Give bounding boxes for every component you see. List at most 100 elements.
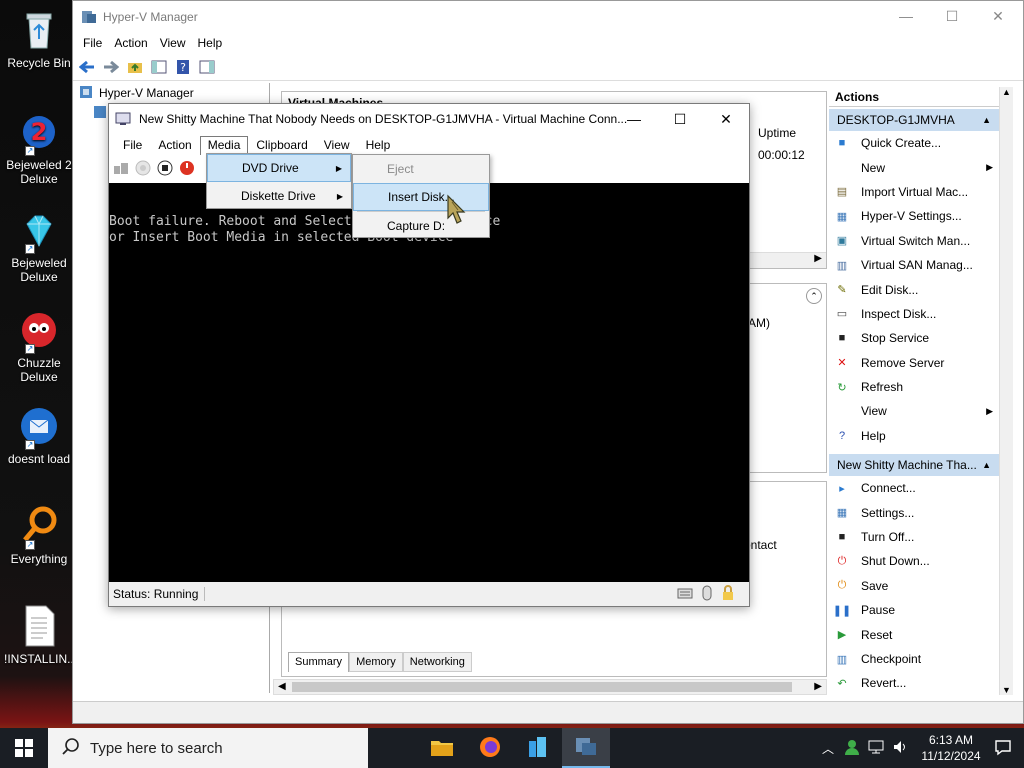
app-taskbar-button[interactable] (514, 728, 562, 768)
desktop-icon-doesnt-load[interactable]: ↗ doesnt load (4, 404, 74, 466)
action-stop-service[interactable]: ■ Stop Service (829, 326, 999, 350)
vm-menu-file[interactable]: File (115, 136, 150, 154)
ctrl-alt-del-icon[interactable] (113, 160, 129, 179)
vm-menu-help[interactable]: Help (358, 136, 399, 154)
collapse-triangle-icon[interactable]: ▲ (982, 454, 991, 476)
action-help[interactable]: ? Help (829, 424, 999, 448)
hyperv-menu-action[interactable]: Action (108, 36, 153, 50)
actions-vertical-scrollbar[interactable]: ▲ ▼ (999, 87, 1013, 695)
center-horizontal-scrollbar[interactable]: ◀ ▶ (273, 679, 827, 695)
hyperv-menu-help[interactable]: Help (192, 36, 229, 50)
back-arrow-icon[interactable] (77, 57, 97, 77)
action-new[interactable]: New ▶ (829, 155, 999, 179)
search-icon (62, 737, 80, 759)
scroll-left-icon[interactable]: ◀ (278, 681, 286, 692)
action-label: Remove Server (861, 355, 945, 370)
network-icon[interactable] (868, 739, 884, 758)
desktop-icon-label: Everything (10, 552, 68, 566)
forward-arrow-icon[interactable] (101, 57, 121, 77)
action-shut-down[interactable]: ⏻ Shut Down... (829, 549, 999, 573)
action-turn-off[interactable]: ■ Turn Off... (829, 525, 999, 549)
submenu-arrow-icon: ▶ (986, 405, 993, 416)
vm-screen[interactable]: Boot failure. Reboot and Select proper B… (109, 183, 749, 583)
vm-menu-clipboard[interactable]: Clipboard (248, 136, 315, 154)
scroll-right-icon[interactable]: ▶ (814, 253, 822, 264)
desktop-icon-bejeweled-2[interactable]: 2 ↗ Bejeweled 2 Deluxe (4, 110, 74, 186)
collapse-triangle-icon[interactable]: ▲ (982, 109, 991, 131)
action-quick-create[interactable]: ■ Quick Create... (829, 131, 999, 155)
action-settings[interactable]: ▦ Settings... (829, 500, 999, 524)
media-menu-dvd-drive[interactable]: DVD Drive ▶ (207, 154, 351, 182)
help-book-icon[interactable]: ? (173, 57, 193, 77)
tray-overflow-chevron-icon[interactable]: ︿ (822, 740, 834, 757)
tab-networking[interactable]: Networking (402, 652, 472, 672)
action-save[interactable]: ⏻ Save (829, 574, 999, 598)
vm-menu-view[interactable]: View (316, 136, 358, 154)
action-remove-server[interactable]: ✕ Remove Server (829, 351, 999, 375)
dvd-menu-eject[interactable]: Eject (353, 155, 489, 183)
show-hide-actions-icon[interactable] (197, 57, 217, 77)
vm-menu-media[interactable]: Media (199, 135, 249, 155)
collapse-chevron-icon[interactable]: ⌃ (806, 288, 822, 304)
hyperv-title-bar[interactable]: Hyper-V Manager (73, 1, 1023, 33)
action-virtual-san-manag[interactable]: ▥ Virtual SAN Manag... (829, 253, 999, 277)
scroll-right-icon[interactable]: ▶ (814, 681, 822, 692)
desktop-icon-recycle-bin[interactable]: Recycle Bin (4, 8, 74, 70)
hyperv-close-button[interactable]: ✕ (975, 1, 1021, 31)
hyperv-taskbar-button[interactable] (562, 728, 610, 768)
action-reset[interactable]: ▶ Reset (829, 622, 999, 646)
bejeweled-2-icon: 2 ↗ (17, 110, 61, 156)
hyperv-maximize-button[interactable]: ☐ (929, 1, 975, 31)
action-inspect-disk[interactable]: ▭ Inspect Disk... (829, 302, 999, 326)
shortcut-arrow-icon: ↗ (25, 344, 35, 354)
uptime-column-header[interactable]: Uptime (758, 126, 796, 140)
show-hide-tree-icon[interactable] (149, 57, 169, 77)
action-label: Virtual Switch Man... (861, 233, 971, 248)
file-explorer-taskbar-button[interactable] (418, 728, 466, 768)
action-import-virtual-mac[interactable]: ▤ Import Virtual Mac... (829, 180, 999, 204)
action-checkpoint[interactable]: ▥ Checkpoint (829, 647, 999, 671)
media-menu-diskette-drive[interactable]: Diskette Drive ▶ (207, 182, 351, 210)
action-view[interactable]: View ▶ (829, 399, 999, 423)
tree-item-hyperv-manager[interactable]: Hyper-V Manager (73, 83, 269, 103)
up-folder-icon[interactable] (125, 57, 145, 77)
desktop-icon-label: Bejeweled Deluxe (11, 256, 67, 284)
action-virtual-switch-man[interactable]: ▣ Virtual Switch Man... (829, 229, 999, 253)
action-revert[interactable]: ↶ Revert... (829, 671, 999, 695)
hyperv-menu-file[interactable]: File (77, 36, 108, 50)
vm-minimize-button[interactable]: — (611, 104, 657, 134)
actions-pane: Actions DESKTOP-G1JMVHA ▲ ■ Quick Create.… (829, 87, 1013, 695)
actions-server-section[interactable]: DESKTOP-G1JMVHA ▲ (829, 109, 999, 131)
hyperv-minimize-button[interactable]: — (883, 1, 929, 31)
action-connect[interactable]: ▸ Connect... (829, 476, 999, 500)
scrollbar-thumb[interactable] (292, 682, 792, 692)
vm-maximize-button[interactable]: ☐ (657, 104, 703, 134)
action-edit-disk[interactable]: ✎ Edit Disk... (829, 277, 999, 301)
volume-icon[interactable] (892, 739, 908, 758)
vm-menu-action[interactable]: Action (150, 136, 199, 154)
shutdown-icon[interactable] (179, 160, 195, 179)
tab-memory[interactable]: Memory (349, 652, 403, 672)
turn-off-icon[interactable] (157, 160, 173, 179)
taskbar-clock[interactable]: 6:13 AM 11/12/2024 (914, 732, 988, 764)
user-tray-icon[interactable] (844, 739, 860, 758)
taskbar-search-box[interactable]: Type here to search (48, 728, 368, 768)
firefox-taskbar-button[interactable] (466, 728, 514, 768)
hyperv-menu-view[interactable]: View (154, 36, 192, 50)
desktop-icon-chuzzle[interactable]: ↗ Chuzzle Deluxe (4, 308, 74, 384)
start-button[interactable] (0, 728, 48, 768)
notification-center-icon[interactable] (994, 738, 1012, 759)
actions-vm-section[interactable]: New Shitty Machine Tha... ▲ (829, 454, 999, 477)
desktop-icon-label: Bejeweled 2 Deluxe (6, 158, 72, 186)
scroll-up-icon[interactable]: ▲ (1002, 87, 1011, 97)
tab-summary[interactable]: Summary (288, 652, 350, 672)
start-vm-icon[interactable] (135, 160, 151, 179)
desktop-icon-bejeweled[interactable]: ↗ Bejeweled Deluxe (4, 208, 74, 284)
desktop-icon-everything[interactable]: ↗ Everything (4, 504, 74, 566)
action-hyper-v-settings[interactable]: ▦ Hyper-V Settings... (829, 204, 999, 228)
desktop-icon-installing[interactable]: !INSTALLIN... (4, 604, 77, 666)
action-pause[interactable]: ❚❚ Pause (829, 598, 999, 622)
action-refresh[interactable]: ↻ Refresh (829, 375, 999, 399)
vm-close-button[interactable]: ✕ (703, 104, 749, 134)
scroll-down-icon[interactable]: ▼ (1002, 685, 1011, 695)
